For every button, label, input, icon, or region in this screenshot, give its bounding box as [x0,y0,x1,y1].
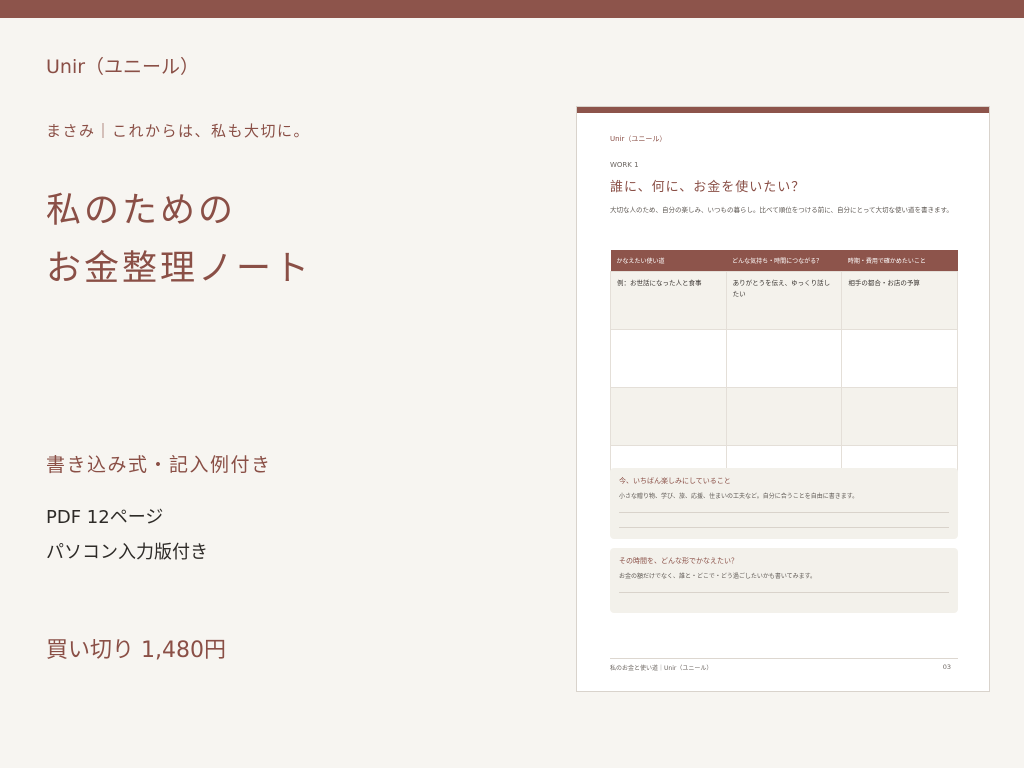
title-line-2: お金整理ノート [46,249,313,289]
preview-box-how: その時間を、どんな形でかなえたい？ お金の額だけでなく、誰と・どこで・どう過ごし… [610,548,958,613]
footer-divider [610,658,958,659]
product-title: 私のための お金整理ノート [46,182,312,298]
preview-accent-bar [577,107,989,113]
preview-box-favorite: 今、いちばん楽しみにしていること 小さな贈り物、学び、旅、応援、住まいの工夫など… [610,468,958,539]
writing-line [619,512,949,513]
table-cell [610,387,727,446]
tagline: まさみ｜これからは、私も大切に。 [46,122,311,140]
preview-title: 誰に、何に、お金を使いたい？ [610,180,806,195]
top-accent-bar [0,0,1024,18]
feature-text: 書き込み式・記入例付き [46,454,272,476]
table-header: 時期・費用で確かめたいこと [841,250,958,272]
table-cell: ありがとうを伝え、ゆっくり話したい [725,271,843,330]
table-header: かなえたい使い道 [610,250,727,272]
table-cell [725,329,843,388]
box-title: その時間を、どんな形でかなえたい？ [619,557,738,565]
preview-description: 大切な人のため、自分の楽しみ、いつもの暮らし。比べて順位をつける前に、自分にとっ… [610,206,953,214]
box-description: 小さな贈り物、学び、旅、応援、住まいの工夫など。自分に合うことを自由に書きます。 [619,493,859,500]
table-row [610,387,958,446]
table-cell [841,387,958,446]
page-preview: Unir（ユニール） WORK 1 誰に、何に、お金を使いたい？ 大切な人のため… [576,106,990,692]
table-header-row: かなえたい使い道 どんな気持ち・時間につながる？ 時期・費用で確かめたいこと [610,250,958,272]
preview-footer: 私のお金と使い道｜Unir（ユニール） [610,665,713,672]
table-cell [725,387,843,446]
title-line-1: 私のための [46,191,237,231]
preview-work-label: WORK 1 [610,161,639,169]
table-row: 例：お世話になった人と食事 ありがとうを伝え、ゆっくり話したい 相手の都合・お店… [610,271,958,330]
table-cell: 相手の都合・お店の予算 [841,271,958,330]
preview-page-number: 03 [942,663,951,671]
writing-line [619,592,949,593]
box-description: お金の額だけでなく、誰と・どこで・どう過ごしたいかも書いてみます。 [619,573,817,580]
preview-worksheet-table: かなえたい使い道 どんな気持ち・時間につながる？ 時期・費用で確かめたいこと 例… [610,250,958,504]
brand-name: Unir（ユニール） [46,56,200,78]
writing-line [619,527,949,528]
spec-pages: PDF 12ページ [46,507,164,528]
table-header: どんな気持ち・時間につながる？ [726,250,842,272]
table-row [610,329,958,388]
table-cell [841,329,958,388]
table-cell [610,329,727,388]
spec-pc-version: パソコン入力版付き [46,542,208,563]
box-title: 今、いちばん楽しみにしていること [619,477,731,485]
price: 買い切り 1,480円 [46,638,226,663]
preview-brand: Unir（ユニール） [610,135,667,143]
table-cell: 例：お世話になった人と食事 [610,271,727,330]
